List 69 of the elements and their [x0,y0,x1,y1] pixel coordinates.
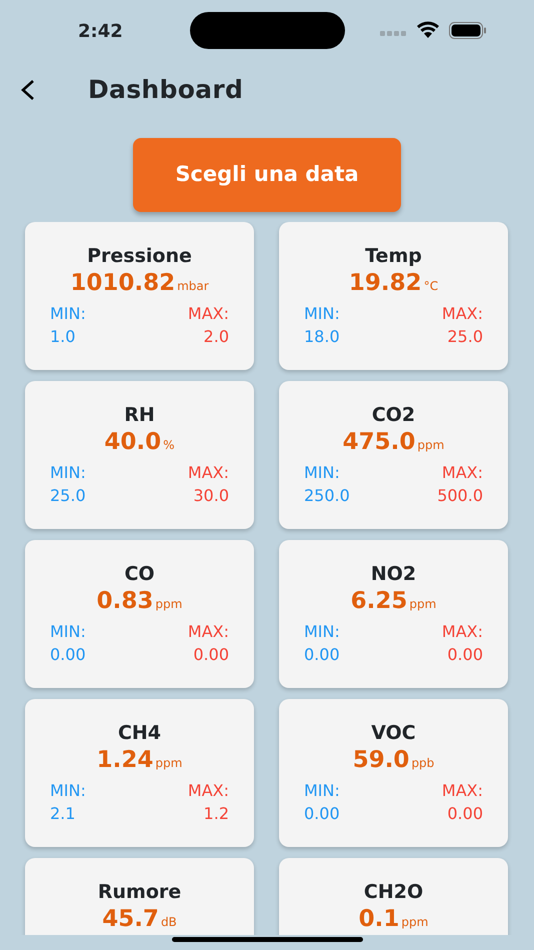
max-value: 1.2 [202,802,229,825]
min-label: MIN: [50,620,86,643]
sensor-value: 1.24 [96,748,154,773]
max-label: MAX: [188,462,229,484]
min-value: 0.00 [304,644,340,666]
unit-label: ppm [401,916,428,929]
sensor-value: 1010.82 [70,270,176,296]
back-icon[interactable] [20,79,36,101]
sensor-name: CH2O [362,880,424,905]
sensor-value: 0.83 [96,588,154,614]
max-value: 30.0 [192,484,229,507]
min-label: MIN: [50,462,86,484]
min-value: 250.0 [304,484,350,507]
sensor-name: CO [123,562,156,587]
sensor-value: 6.25 [350,588,408,614]
sensor-value: 45.7 [102,906,159,932]
unit-label: mbar [177,280,209,293]
max-value: 0.00 [446,644,483,666]
sensor-value: 40.0 [104,430,162,455]
sensor-value: 19.82 [348,270,422,296]
status-time: 2:42 [78,20,123,44]
max-label: MAX: [188,780,229,802]
max-label: MAX: [188,302,229,325]
unit-label: dB [160,916,177,929]
min-label: MIN: [50,780,86,802]
sensor-name: NO2 [370,562,418,587]
min-value: 18.0 [304,326,340,348]
unit-label: ppb [411,756,434,770]
min-label: MIN: [304,780,340,802]
unit-label: °C [424,280,438,293]
unit-label: ppm [155,756,182,770]
sensor-value: 475.0 [342,430,416,455]
min-value: 0.00 [50,644,86,666]
min-value: 0.00 [304,802,340,825]
max-label: MAX: [188,620,229,643]
min-label: MIN: [304,620,340,643]
max-value: 0.00 [192,644,229,666]
sensor-name: Rumore [96,880,182,905]
max-value: 25.0 [446,326,483,348]
sensor-name: Temp [364,244,423,269]
max-label: MAX: [440,462,483,484]
max-label: MAX: [442,620,483,643]
date-picker-button[interactable]: Scegli una data [133,138,401,212]
min-label: MIN: [304,302,340,325]
sensor-name: VOC [370,721,417,746]
sensor-name: RH [123,403,156,428]
min-label: MIN: [50,302,86,325]
unit-label: % [163,438,175,452]
sensor-value: 59.0 [352,748,410,773]
sensor-name: CH4 [116,721,162,746]
sensor-name: Pressione [86,244,193,269]
battery-icon [449,22,487,39]
signal-icon [380,31,407,36]
max-label: MAX: [442,780,483,802]
max-value: 2.0 [202,326,229,348]
min-value: 1.0 [50,326,76,348]
max-value: 500.0 [437,484,483,507]
min-value: 25.0 [50,484,86,507]
page-title: Dashboard [88,74,244,106]
max-value: 0.00 [446,802,483,825]
min-label: MIN: [304,462,341,484]
wifi-icon [416,20,440,38]
unit-label: ppm [417,438,444,452]
sensor-value: 0.1 [358,906,400,932]
max-label: MAX: [442,302,483,325]
min-value: 2.1 [50,802,76,825]
sensor-name: CO2 [370,403,416,428]
unit-label: ppm [409,598,436,611]
unit-label: ppm [155,598,182,611]
